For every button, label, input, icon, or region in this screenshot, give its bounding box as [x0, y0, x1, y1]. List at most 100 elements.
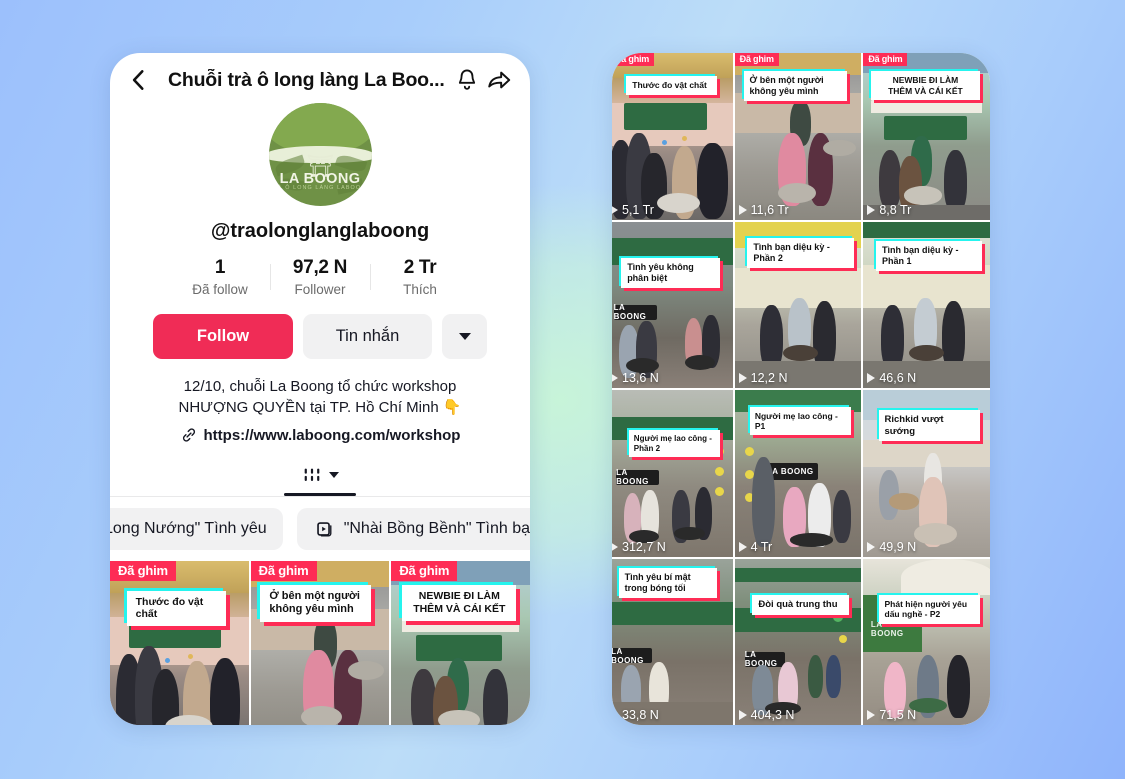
profile-actions: Follow Tin nhắn: [110, 314, 530, 359]
scene-banner: [863, 221, 990, 239]
bio-link-text: https://www.laboong.com/workshop: [203, 426, 461, 444]
scene-sign: [612, 601, 733, 626]
avatar[interactable]: ⛩ LA BOONG TRÀ Ô LONG LÀNG LABOONG: [268, 103, 372, 206]
scene-sign: [623, 102, 708, 130]
video-caption: NEWBIE ĐI LÀM THÊM VÀ CÁI KẾT: [402, 585, 517, 621]
play-icon: [612, 710, 618, 720]
video-view-count: 8,8 Tr: [879, 202, 912, 217]
avatar-container: ⛩ LA BOONG TRÀ Ô LONG LÀNG LABOONG: [110, 103, 530, 206]
video-cell[interactable]: LA BOONG Tình yêu bí mật trong bóng tối …: [612, 558, 733, 725]
scene-lamp: [714, 466, 724, 476]
scene-table: [790, 533, 834, 547]
video-cell[interactable]: Đã ghim Thước đo vật chất 5,1 Tr: [612, 53, 733, 220]
profile-header: Chuỗi trà ô long làng La Boo...: [110, 53, 530, 97]
stat-likes[interactable]: 2 Tr Thích: [371, 257, 470, 297]
play-icon: [867, 204, 876, 215]
video-cell[interactable]: Đã ghim NEWBIE ĐI LÀM THÊM VÀ CÁI KẾT 8,…: [391, 560, 530, 725]
play-icon: [738, 541, 747, 552]
scene-shop-label: LA BOONG: [616, 468, 660, 486]
video-thumbnail: LA BOONG: [612, 390, 733, 557]
scene-umbrella: [901, 558, 990, 596]
scene-table: [656, 192, 700, 213]
playlist-icon: [316, 522, 332, 537]
scene-shop-label: A BOONG: [767, 463, 819, 480]
video-cell[interactable]: LA BOONG Phát hiện người yêu dấu nghề - …: [863, 558, 990, 725]
video-cell[interactable]: Tình bạn diệu kỳ - Phần 1 46,6 N: [863, 221, 990, 388]
video-thumbnail: LA BOONG: [863, 558, 990, 725]
scene-table: [908, 344, 945, 362]
scene-person: [752, 456, 776, 547]
playlist-chip[interactable]: Long Nướng" Tình yêu: [110, 507, 283, 550]
scene-table: [888, 493, 920, 510]
video-thumbnail: [110, 560, 249, 725]
stat-following[interactable]: 1 Đã follow: [171, 257, 270, 297]
video-view-count: 33,8 N: [622, 708, 659, 722]
scene-table: [913, 523, 958, 545]
scene-person: [944, 149, 968, 213]
playlist-chip-row[interactable]: Long Nướng" Tình yêu "Nhài Bồng Bềnh" Tì…: [110, 497, 530, 561]
scene-table: [347, 661, 384, 680]
playlist-chip[interactable]: "Nhài Bồng Bềnh" Tình bạn: [296, 507, 530, 550]
video-view-count: 404,3 N: [750, 708, 795, 722]
pinned-badge: Đã ghim: [391, 560, 458, 581]
video-cell[interactable]: Đã ghim Ở bên một người không yêu mình 1…: [250, 560, 390, 725]
scene-ornament: [187, 653, 193, 659]
stat-value: 97,2 N: [292, 257, 348, 278]
video-view-count: 46,6 N: [879, 371, 917, 385]
video-cell[interactable]: Đã ghim Thước đo vật chất 5,1 Tr: [110, 560, 249, 725]
video-views: 12,2 N: [738, 371, 788, 385]
more-options-button[interactable]: [442, 314, 487, 359]
video-view-count: 13,6 N: [622, 371, 659, 385]
video-cell[interactable]: A BOONG Người mẹ lao công - P1 4 Tr: [734, 390, 862, 557]
play-icon: [867, 373, 876, 383]
grid-videos-icon: [304, 468, 320, 481]
video-caption: Người mẹ lao công - P1: [749, 406, 852, 436]
video-cell[interactable]: LA BOONG Đòi quà trung thu 404,3 N: [734, 558, 862, 725]
video-caption: Thước đo vật chất: [126, 590, 227, 627]
phone-left: Chuỗi trà ô long làng La Boo... ⛩ LA BOO…: [110, 53, 530, 725]
back-chevron-icon[interactable]: [126, 67, 152, 93]
video-views: 13,6 N: [612, 371, 659, 385]
scene-table: [438, 709, 481, 725]
video-thumbnail: LA BOONG: [612, 221, 733, 388]
video-cell[interactable]: Tình bạn diệu kỳ - Phần 2 12,2 N: [734, 221, 862, 388]
video-cell[interactable]: LA BOONG Người mẹ lao công - Phần 2 312,…: [612, 390, 733, 557]
message-button[interactable]: Tin nhắn: [303, 314, 432, 359]
tab-videos[interactable]: [284, 464, 356, 496]
video-cell[interactable]: Đã ghim Ở bên một người không yêu mình 1…: [734, 53, 862, 220]
share-arrow-icon[interactable]: [486, 67, 512, 93]
video-cell[interactable]: Richkid vượt sướng 49,9 N: [863, 390, 990, 557]
follow-button[interactable]: Follow: [153, 314, 293, 359]
video-views: 11,6 Tr: [738, 202, 789, 217]
scene-lamp: [838, 635, 847, 644]
video-cell[interactable]: Đã ghim NEWBIE ĐI LÀM THÊM VÀ CÁI KẾT 8,…: [863, 53, 990, 220]
scene-ornament: [661, 139, 667, 145]
bio-link-row[interactable]: https://www.laboong.com/workshop: [134, 425, 506, 446]
stat-value: 1: [214, 257, 226, 278]
video-views: 404,3 N: [738, 708, 795, 722]
stat-label: Đã follow: [192, 282, 248, 297]
pinned-badge: Đã ghim: [863, 53, 908, 66]
scene-shop-label: LA BOONG: [612, 647, 652, 665]
scene-person: [825, 655, 842, 699]
scene-person: [209, 657, 241, 725]
bell-icon[interactable]: [454, 67, 480, 93]
page-title: Chuỗi trà ô long làng La Boo...: [168, 68, 445, 91]
video-grid-left: Đã ghim Thước đo vật chất 5,1 Tr Đã ghim…: [110, 560, 530, 725]
video-view-count: 71,5 N: [879, 708, 917, 722]
video-view-count: 49,9 N: [879, 539, 917, 554]
video-view-count: 4 Tr: [750, 539, 773, 554]
video-caption: Richkid vượt sướng: [878, 409, 980, 442]
profile-stats: 1 Đã follow 97,2 N Follower 2 Tr Thích: [110, 257, 530, 297]
video-cell[interactable]: LA BOONG Tình yêu không phân biệt 13,6 N: [612, 221, 733, 388]
scene-table: [684, 354, 715, 370]
pinned-badge: Đã ghim: [734, 53, 779, 66]
play-icon: [738, 204, 747, 215]
video-views: 46,6 N: [867, 371, 916, 385]
playlist-chip-label: "Nhài Bồng Bềnh" Tình bạn: [343, 519, 530, 537]
video-view-count: 11,6 Tr: [750, 202, 789, 217]
video-caption: Ở bên một người không yêu mình: [743, 71, 848, 102]
play-icon: [867, 541, 876, 552]
video-caption: Người mẹ lao công - Phần 2: [628, 429, 720, 458]
stat-followers[interactable]: 97,2 N Follower: [271, 257, 370, 297]
